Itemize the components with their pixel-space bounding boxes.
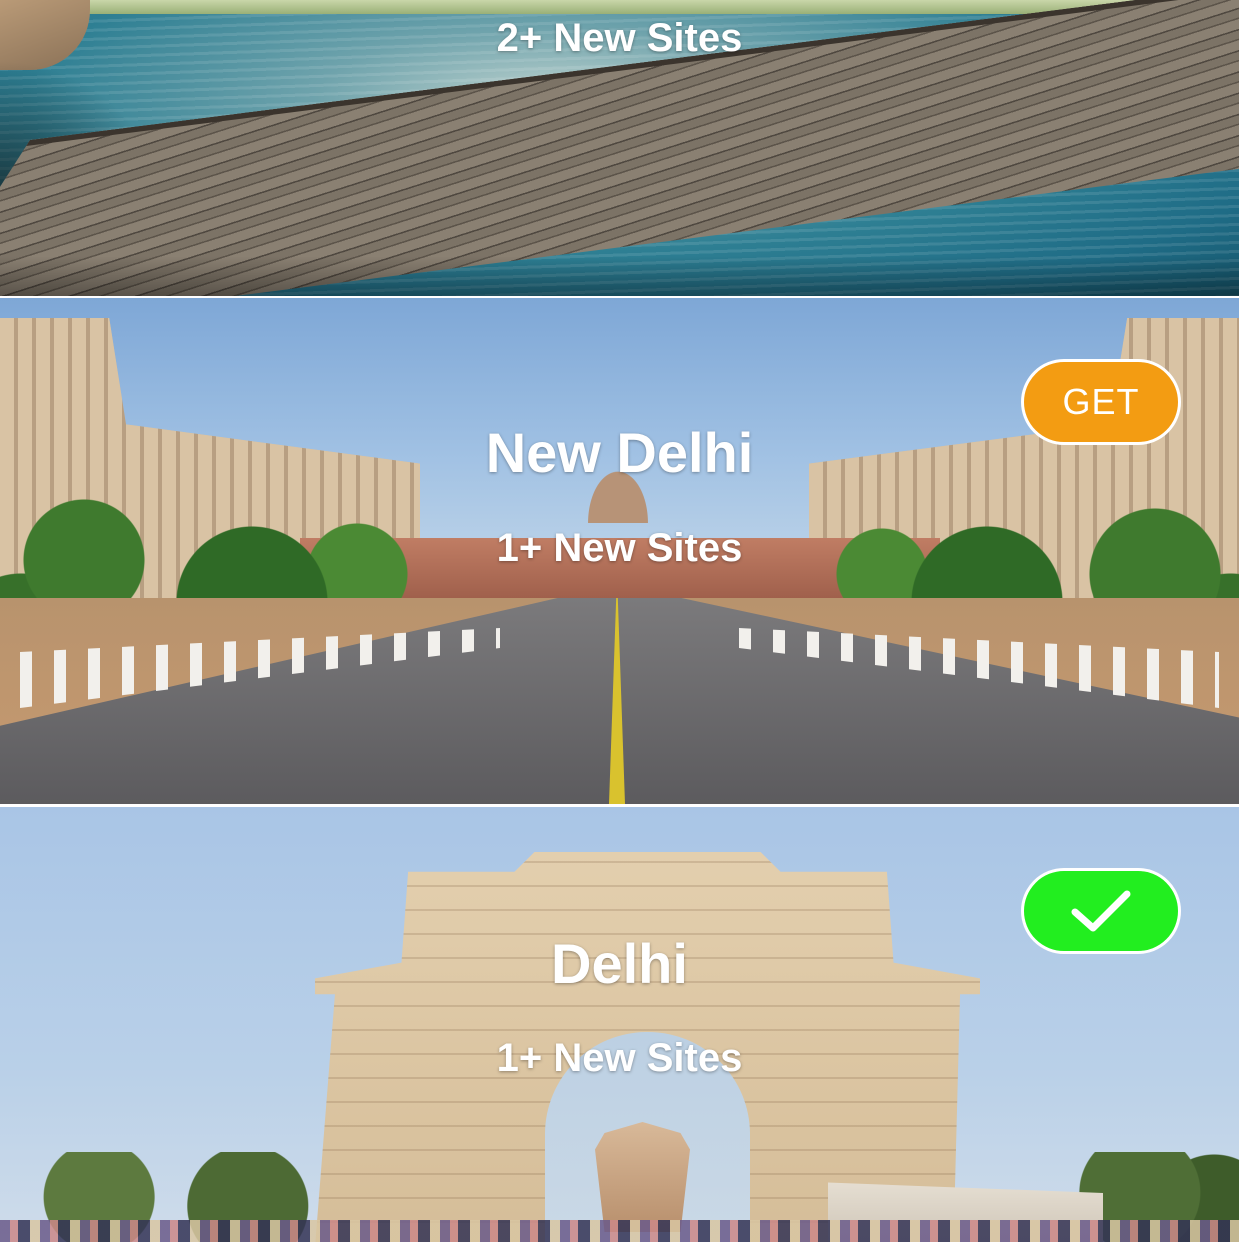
destination-card-lake[interactable]: 2+ New Sites [0,0,1239,296]
card-subtitle: 1+ New Sites [496,1036,743,1080]
card-subtitle: 2+ New Sites [496,16,743,60]
checkmark-icon [1071,890,1131,932]
get-button-label: GET [1062,381,1140,422]
get-button[interactable]: GET [1021,359,1181,445]
installed-button[interactable] [1021,868,1181,954]
destination-list: 2+ New Sites New Delhi 1+ New Sites GET [0,0,1239,1242]
destination-card-delhi[interactable]: Delhi 1+ New Sites [0,807,1239,1242]
destination-card-new-delhi[interactable]: New Delhi 1+ New Sites GET [0,298,1239,804]
card-subtitle: 1+ New Sites [496,526,743,570]
